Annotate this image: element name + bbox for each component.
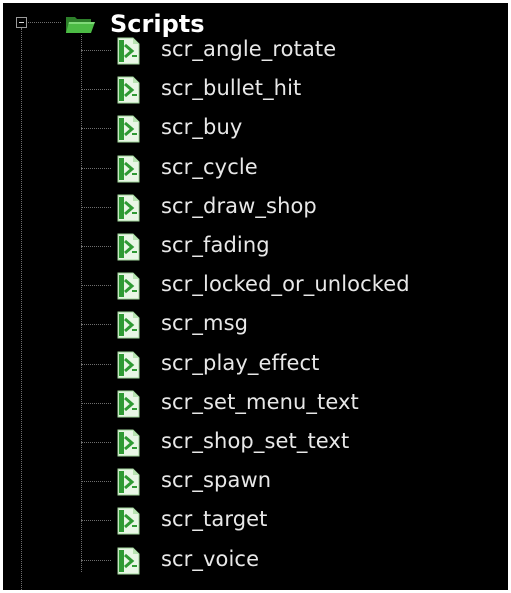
tree-item-label: scr_target	[161, 507, 268, 532]
script-icon	[117, 194, 140, 222]
tree-item-label: scr_bullet_hit	[161, 76, 302, 101]
tree-item-script[interactable]: scr_target	[81, 501, 501, 540]
tree-branch-line	[81, 285, 111, 287]
tree-branch-line	[81, 442, 111, 443]
tree-item-label: scr_play_effect	[161, 350, 320, 375]
tree-item-script[interactable]: scr_voice	[81, 541, 501, 580]
tree-branch-line	[81, 520, 111, 522]
tree-item-script[interactable]: scr_cycle	[81, 149, 501, 188]
script-icon	[117, 115, 140, 143]
script-icon	[117, 507, 140, 535]
tree-item-script[interactable]: scr_msg	[81, 305, 501, 344]
script-icon	[117, 311, 140, 339]
tree-item-script[interactable]: scr_play_effect	[81, 345, 501, 384]
script-icon	[117, 429, 140, 457]
script-icon	[117, 37, 140, 65]
tree-branch-line	[81, 402, 111, 404]
script-icon	[117, 468, 140, 496]
tree-branch-line	[81, 481, 111, 483]
tree-item-label: scr_shop_set_text	[161, 429, 350, 453]
tree-item-label: scr_buy	[161, 115, 243, 140]
script-icon	[117, 155, 140, 183]
script-icon	[117, 390, 140, 418]
tree-item-label: scr_angle_rotate	[161, 37, 337, 61]
tree-branch-line	[81, 324, 111, 326]
tree-branch-line	[81, 89, 111, 91]
tree-branch-line	[81, 206, 111, 208]
tree-branch-line	[81, 246, 111, 247]
tree-branch-line	[81, 363, 111, 365]
tree-item-script[interactable]: scr_fading	[81, 227, 501, 266]
resource-tree-panel: Scripts scr_angle_rotate scr_bullet_hit sc…	[3, 3, 508, 590]
tree-item-label: scr_voice	[161, 546, 260, 571]
script-icon	[117, 76, 140, 104]
tree-item-script[interactable]: scr_draw_shop	[81, 188, 501, 227]
tree-item-script[interactable]: scr_bullet_hit	[81, 70, 501, 109]
tree-guide-line-root	[21, 28, 22, 590]
tree-branch-line	[81, 128, 111, 130]
tree-item-label: scr_set_menu_text	[161, 389, 359, 414]
tree-item-label: scr_fading	[161, 233, 270, 257]
tree-item-script[interactable]: scr_shop_set_text	[81, 423, 501, 462]
tree-item-label: scr_draw_shop	[161, 193, 317, 218]
tree-item-script[interactable]: scr_spawn	[81, 462, 501, 501]
script-icon	[117, 233, 140, 261]
script-icon	[117, 272, 140, 300]
script-icon	[117, 547, 140, 575]
tree-item-label: scr_cycle	[161, 154, 258, 179]
tree-item-label: scr_spawn	[161, 468, 272, 493]
script-icon	[117, 351, 140, 379]
tree-branch-line	[81, 167, 111, 169]
tree-item-script[interactable]: scr_locked_or_unlocked	[81, 266, 501, 305]
tree-item-label: scr_msg	[161, 311, 249, 336]
collapse-toggle-icon[interactable]	[16, 17, 27, 28]
tree-branch-line	[81, 50, 111, 51]
tree-item-script[interactable]: scr_angle_rotate	[81, 31, 501, 70]
tree-item-script[interactable]: scr_set_menu_text	[81, 384, 501, 423]
tree-item-script[interactable]: scr_buy	[81, 109, 501, 148]
tree-branch-line	[81, 559, 111, 561]
tree-item-label: scr_locked_or_unlocked	[161, 272, 410, 297]
